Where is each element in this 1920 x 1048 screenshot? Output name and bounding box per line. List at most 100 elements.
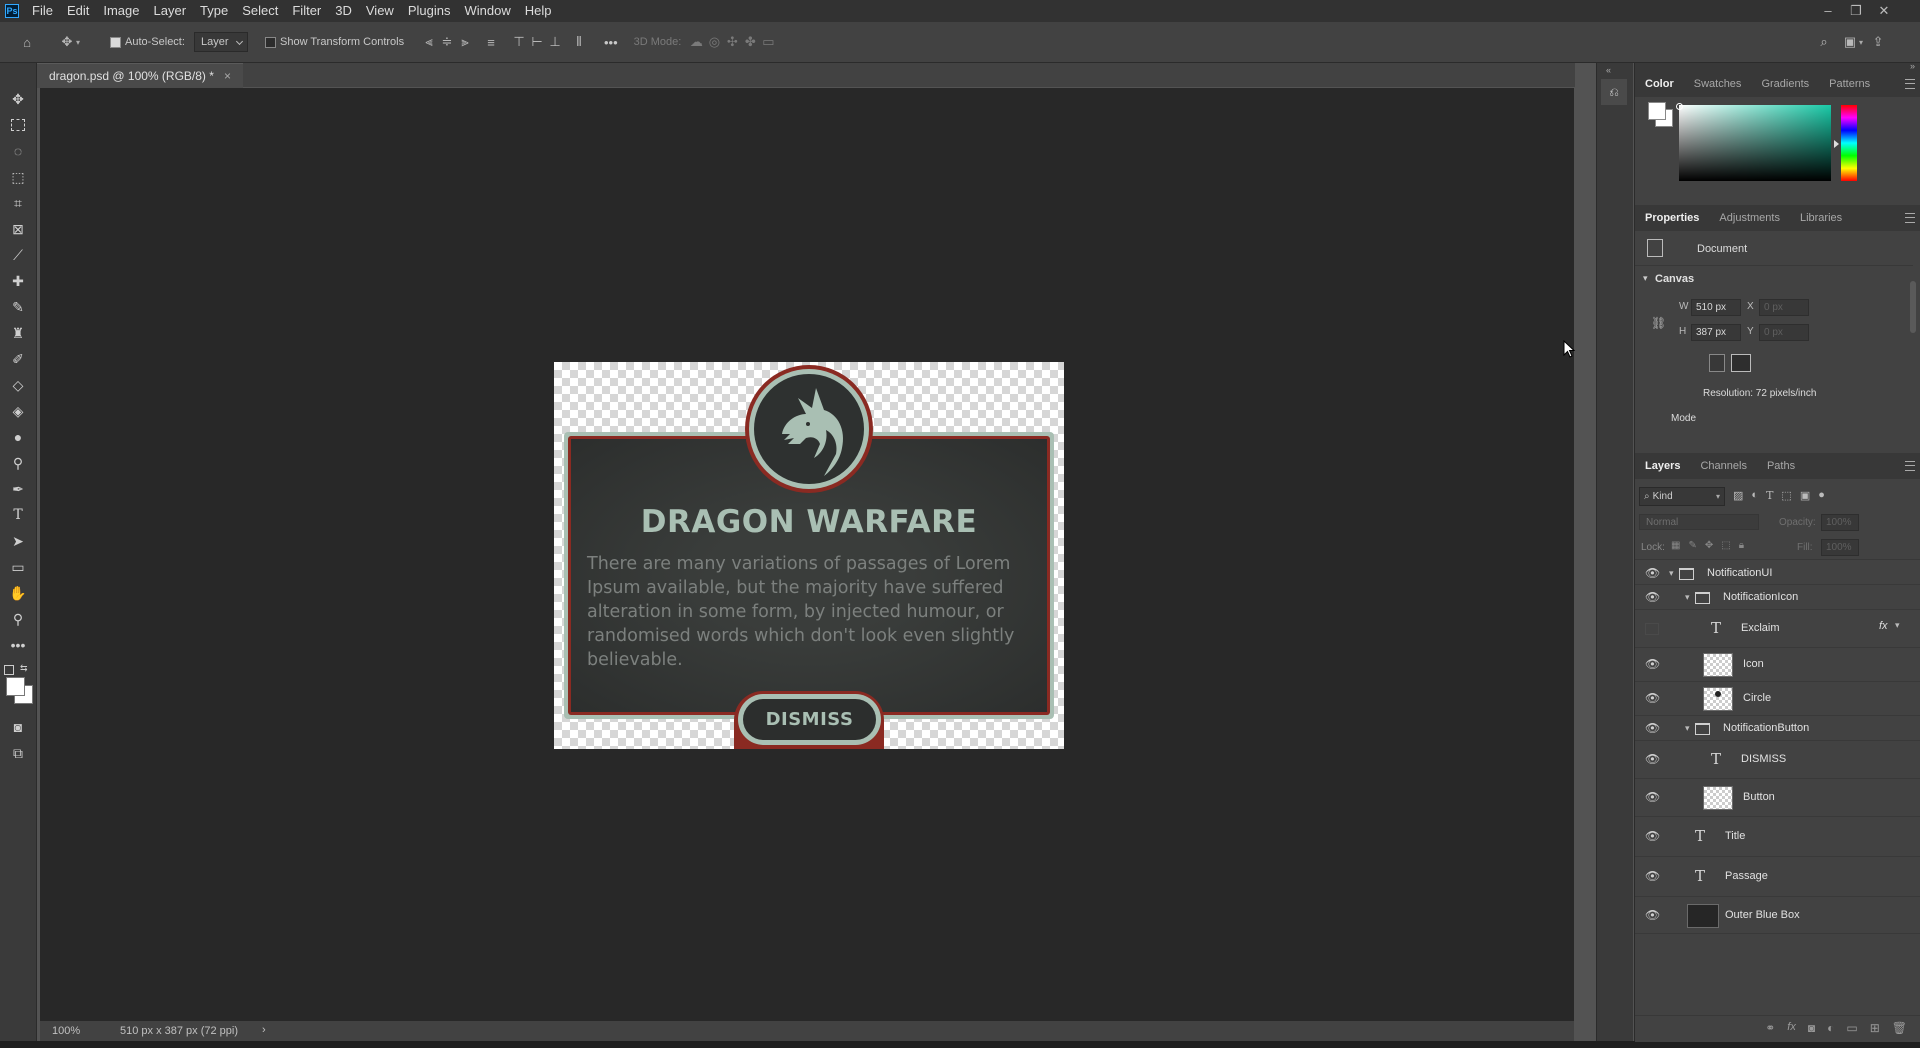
menu-image[interactable]: Image xyxy=(96,0,146,22)
show-transform-controls-checkbox[interactable] xyxy=(265,36,276,48)
more-options-button[interactable]: ••• xyxy=(604,35,618,50)
tab-layers[interactable]: Layers xyxy=(1635,460,1690,472)
edit-toolbar-icon[interactable]: ••• xyxy=(8,635,28,655)
chevron-down-icon[interactable]: ▾ xyxy=(1643,273,1648,284)
hue-slider[interactable] xyxy=(1841,105,1857,181)
path-selection-tool-icon[interactable]: ➤ xyxy=(8,531,28,551)
layer-row-outer-blue-box[interactable]: 👁︎ Outer Blue Box xyxy=(1635,897,1920,934)
minimize-button[interactable]: – xyxy=(1814,0,1842,22)
link-dimensions-icon[interactable]: ⛓ xyxy=(1651,316,1666,330)
document-tab[interactable]: dragon.psd @ 100% (RGB/8) * × xyxy=(37,63,243,88)
align-left-icon[interactable]: ⫷ xyxy=(420,33,438,51)
default-colors-icon[interactable] xyxy=(4,665,14,675)
menu-filter[interactable]: Filter xyxy=(285,0,328,22)
collapse-arrows-icon[interactable]: « xyxy=(1606,65,1611,75)
filter-smart-object-icon[interactable]: ▣ xyxy=(1800,489,1810,502)
layer-effects-fx-icon[interactable]: fx xyxy=(1879,620,1888,632)
move-tool-preset-icon[interactable]: ✥ xyxy=(58,33,76,51)
zoom-level[interactable]: 100% xyxy=(52,1025,80,1037)
delete-layer-icon[interactable]: 🗑︎ xyxy=(1892,1021,1907,1035)
hue-slider-handle[interactable] xyxy=(1834,140,1839,148)
slide-3d-icon[interactable]: ✤ xyxy=(741,33,759,51)
tab-properties[interactable]: Properties xyxy=(1635,212,1709,224)
auto-select-target-dropdown[interactable]: Layer xyxy=(194,32,248,52)
align-center-icon[interactable]: ≑ xyxy=(438,33,456,51)
visibility-eye-icon[interactable]: 👁︎ xyxy=(1645,567,1660,579)
drag-3d-icon[interactable]: ✣ xyxy=(723,33,741,51)
new-layer-icon[interactable]: ⊞ xyxy=(1870,1021,1880,1035)
close-window-button[interactable]: ✕ xyxy=(1870,0,1898,22)
brush-tool-icon[interactable]: ✎ xyxy=(8,297,28,317)
workspace-icon[interactable]: ▣ xyxy=(1841,33,1859,51)
dodge-tool-icon[interactable]: ⚲ xyxy=(8,453,28,473)
eyedropper-tool-icon[interactable]: ⟋ xyxy=(8,245,28,265)
chevron-down-icon[interactable]: ▾ xyxy=(1859,38,1863,47)
menu-view[interactable]: View xyxy=(359,0,401,22)
menu-edit[interactable]: Edit xyxy=(60,0,96,22)
align-bottom-icon[interactable]: ⊥ xyxy=(546,33,564,51)
hand-tool-icon[interactable]: ✋ xyxy=(8,583,28,603)
tab-channels[interactable]: Channels xyxy=(1690,460,1756,472)
marquee-tool-icon[interactable] xyxy=(8,115,28,135)
move-tool-icon[interactable]: ✥ xyxy=(8,89,28,109)
rectangle-tool-icon[interactable]: ▭ xyxy=(8,557,28,577)
history-brush-tool-icon[interactable]: ✐ xyxy=(8,349,28,369)
quick-mask-icon[interactable]: ◙ xyxy=(8,717,28,737)
tab-color[interactable]: Color xyxy=(1635,78,1684,90)
crop-tool-icon[interactable]: ⌗ xyxy=(8,193,28,213)
paint-bucket-tool-icon[interactable]: ◈ xyxy=(8,401,28,421)
pen-tool-icon[interactable]: ✒ xyxy=(8,479,28,499)
align-top-icon[interactable]: ⊤ xyxy=(510,33,528,51)
filter-shape-icon[interactable]: ⬚ xyxy=(1781,489,1791,502)
layer-row-title[interactable]: 👁︎ T Title xyxy=(1635,817,1920,857)
share-icon[interactable]: ⇪ xyxy=(1869,33,1887,51)
menu-3d[interactable]: 3D xyxy=(328,0,359,22)
search-icon[interactable]: ⌕ xyxy=(1815,33,1833,51)
visibility-eye-icon[interactable]: 👁︎ xyxy=(1645,692,1660,704)
landscape-orientation-icon[interactable] xyxy=(1731,354,1751,372)
panel-menu-icon[interactable] xyxy=(1905,213,1915,223)
camera-3d-icon[interactable]: ▭ xyxy=(759,33,777,51)
visibility-eye-icon[interactable]: 👁︎ xyxy=(1645,591,1660,603)
clone-stamp-tool-icon[interactable]: ♜ xyxy=(8,323,28,343)
tab-paths[interactable]: Paths xyxy=(1757,460,1805,472)
tab-gradients[interactable]: Gradients xyxy=(1751,78,1819,90)
document-canvas[interactable]: DRAGON WARFARE There are many variations… xyxy=(554,362,1064,749)
layer-row-notificationbutton[interactable]: 👁︎ ▾ NotificationButton xyxy=(1635,716,1920,741)
canvas-section-title[interactable]: Canvas xyxy=(1655,273,1694,285)
link-layers-icon[interactable]: ⚭ xyxy=(1765,1021,1775,1035)
properties-scrollbar[interactable] xyxy=(1910,281,1916,333)
height-field[interactable]: 387 px xyxy=(1691,324,1741,341)
history-panel-icon[interactable]: ⎌ xyxy=(1601,79,1627,105)
visibility-eye-icon[interactable]: 👁︎ xyxy=(1645,909,1660,921)
lock-position-icon[interactable]: ✥ xyxy=(1705,540,1713,551)
layer-row-icon[interactable]: 👁︎ Icon xyxy=(1635,648,1920,682)
orbit-3d-icon[interactable]: ☁ xyxy=(687,33,705,51)
color-foreground-swatch[interactable] xyxy=(1648,102,1666,120)
visibility-eye-icon[interactable]: 👁︎ xyxy=(1645,830,1660,842)
expand-arrows-icon[interactable]: » xyxy=(1910,61,1915,71)
lasso-tool-icon[interactable]: ◌ xyxy=(8,141,28,161)
chevron-down-icon[interactable]: ▾ xyxy=(1895,620,1900,631)
close-tab-button[interactable]: × xyxy=(224,69,231,83)
panel-menu-icon[interactable] xyxy=(1905,461,1915,471)
distribute-horizontal-icon[interactable]: ⦀ xyxy=(570,33,588,51)
visibility-eye-icon[interactable]: 👁︎ xyxy=(1645,791,1660,803)
restore-button[interactable]: ❐ xyxy=(1842,0,1870,22)
swap-colors-icon[interactable]: ⇆ xyxy=(20,663,28,674)
chevron-down-icon[interactable]: ▾ xyxy=(1669,568,1674,579)
portrait-orientation-icon[interactable] xyxy=(1709,354,1725,372)
filter-toggle-icon[interactable]: ● xyxy=(1818,489,1825,502)
menu-select[interactable]: Select xyxy=(235,0,285,22)
visibility-eye-icon[interactable]: 👁︎ xyxy=(1645,722,1660,734)
visibility-eye-icon[interactable]: 👁︎ xyxy=(1645,870,1660,882)
add-mask-icon[interactable]: ◙ xyxy=(1808,1021,1815,1035)
menu-type[interactable]: Type xyxy=(193,0,235,22)
visibility-toggle-empty[interactable] xyxy=(1645,623,1659,635)
menu-plugins[interactable]: Plugins xyxy=(401,0,458,22)
color-field[interactable] xyxy=(1679,105,1831,181)
visibility-eye-icon[interactable]: 👁︎ xyxy=(1645,658,1660,670)
new-group-icon[interactable]: ▭ xyxy=(1846,1021,1857,1035)
type-tool-icon[interactable]: T xyxy=(8,505,28,525)
filter-pixel-icon[interactable]: ▨ xyxy=(1733,489,1743,502)
